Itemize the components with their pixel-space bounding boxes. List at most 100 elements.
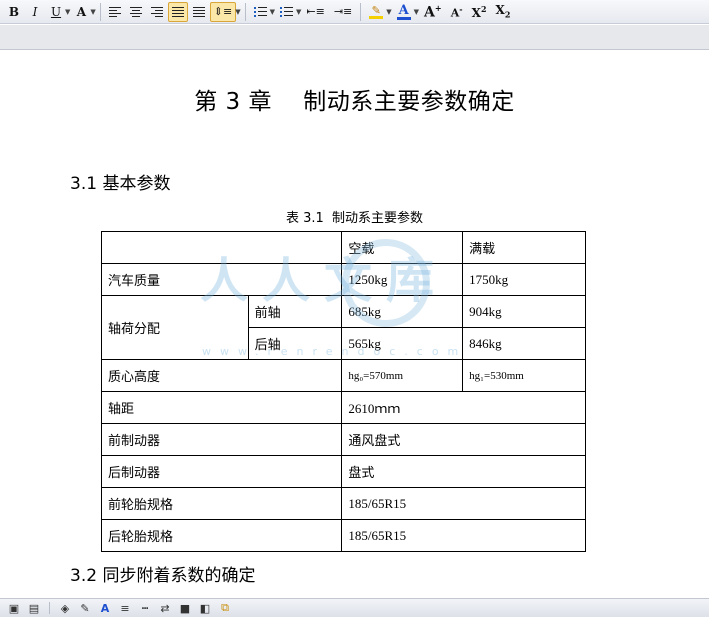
table-row: 前轮胎规格 185/65R15	[100, 487, 586, 520]
align-center-button[interactable]	[126, 2, 146, 22]
arrange-icon[interactable]: ⧉	[217, 601, 233, 615]
toolbar-separator	[49, 602, 50, 614]
cg-height-full: hg₁=530mm	[462, 359, 586, 392]
align-center-icon	[129, 6, 142, 17]
fill-icon[interactable]: ◈	[57, 601, 73, 615]
align-right-icon	[150, 6, 163, 17]
line-spacing-icon: ⇕≡	[213, 5, 233, 18]
font-color-icon[interactable]: A	[97, 601, 113, 615]
row-label-front-tire: 前轮胎规格	[100, 487, 343, 520]
subscript-button[interactable]: X2	[492, 2, 515, 22]
rear-tire-value: 185/65R15	[341, 519, 586, 552]
table-row: 前制动器 通风盘式	[100, 423, 586, 456]
line-color-icon[interactable]: ✎	[77, 601, 93, 615]
draw-icon[interactable]: ▣	[6, 601, 22, 615]
front-brake-value: 通风盘式	[341, 423, 586, 456]
ruler-band	[0, 25, 709, 50]
dash-style-icon[interactable]: ┅	[137, 601, 153, 615]
table-header-full-load: 满载	[462, 231, 586, 264]
axle-front-full: 904kg	[462, 295, 586, 328]
front-tire-value: 185/65R15	[341, 487, 586, 520]
row-label-wheelbase: 轴距	[100, 391, 343, 424]
document-page[interactable]: 第 3 章 制动系主要参数确定 3.1 基本参数 表 3.1 制动系主要参数 空…	[0, 51, 709, 598]
toolbar-separator	[99, 2, 101, 21]
axle-front-empty: 685kg	[341, 295, 464, 328]
table-row: 空载 满载	[100, 231, 586, 264]
subscript-icon: X2	[495, 3, 511, 20]
table-row: 轴荷分配 前轴 685kg 904kg	[101, 295, 586, 360]
distributed-button[interactable]	[189, 2, 209, 22]
row-label-cg-height: 质心高度	[100, 359, 343, 392]
3d-icon[interactable]: ◧	[197, 601, 213, 615]
align-left-button[interactable]	[105, 2, 125, 22]
line-spacing-button[interactable]: ⇕≡	[209, 1, 237, 22]
table-row: 质心高度 hg₀=570mm hg₁=530mm	[100, 359, 586, 392]
text-effect-icon: A	[76, 4, 87, 19]
italic-button[interactable]: I	[25, 2, 45, 22]
bullet-list-button[interactable]	[276, 2, 297, 22]
line-style-icon[interactable]: ≡	[117, 601, 133, 615]
text-effect-button[interactable]: A	[71, 2, 91, 22]
highlight-icon: ✎	[369, 5, 384, 19]
shrink-font-icon: A-	[450, 3, 463, 20]
shrink-font-button[interactable]: A-	[447, 2, 467, 22]
text-effect-dropdown-icon[interactable]: ▼	[90, 8, 95, 16]
underline-dropdown-icon[interactable]: ▼	[65, 8, 70, 16]
table-cell-header-empty	[100, 231, 343, 264]
table-caption: 表 3.1 制动系主要参数	[285, 211, 424, 226]
textbox-icon[interactable]: ▤	[26, 601, 42, 615]
section-heading-3-1: 3.1 基本参数	[70, 174, 171, 194]
font-color-dropdown-icon[interactable]: ▼	[414, 8, 419, 16]
decrease-indent-icon: ⇤≡	[306, 5, 325, 18]
underline-icon: U	[50, 4, 62, 19]
table-header-empty-load: 空载	[341, 231, 464, 264]
numbered-list-button[interactable]	[250, 2, 271, 22]
brake-parameters-table: 空载 满载 汽车质量 1250kg 1750kg 轴荷分配 前轴 685kg 9…	[100, 231, 586, 552]
bullet-list-dropdown-icon[interactable]: ▼	[296, 8, 301, 16]
table-row: 汽车质量 1250kg 1750kg	[100, 263, 586, 296]
row-label-front-brake: 前制动器	[100, 423, 343, 456]
arrow-style-icon[interactable]: ⇄	[157, 601, 173, 615]
align-right-button[interactable]	[147, 2, 167, 22]
row-label-vehicle-mass: 汽车质量	[100, 263, 343, 296]
chapter-title: 第 3 章 制动系主要参数确定	[194, 89, 515, 115]
numbered-list-icon	[253, 6, 267, 17]
underline-button[interactable]: U	[46, 2, 66, 22]
toolbar-separator	[244, 2, 246, 21]
vehicle-mass-full: 1750kg	[462, 263, 586, 296]
drawing-toolbar: ▣ ▤ ◈ ✎ A ≡ ┅ ⇄ ■ ◧ ⧉	[0, 598, 709, 617]
superscript-button[interactable]: X2	[468, 2, 491, 22]
axle-rear-label: 后轴	[247, 327, 343, 360]
axle-rear-empty: 565kg	[341, 327, 464, 360]
wheelbase-value: 2610ｍｍ	[341, 391, 586, 424]
axle-front-label: 前轴	[247, 295, 343, 328]
table-row: 轴距 2610ｍｍ	[100, 391, 586, 424]
table-row: 后轮胎规格 185/65R15	[100, 519, 586, 552]
line-spacing-dropdown-icon[interactable]: ▼	[235, 8, 240, 16]
row-label-axle-load: 轴荷分配	[101, 295, 249, 360]
justify-icon	[171, 6, 184, 17]
cg-height-empty: hg₀=570mm	[341, 359, 464, 392]
toolbar-separator	[360, 2, 362, 21]
row-label-rear-brake: 后制动器	[100, 455, 343, 488]
numbered-list-dropdown-icon[interactable]: ▼	[270, 8, 275, 16]
bullet-list-icon	[280, 6, 293, 17]
increase-indent-button[interactable]: ⇥≡	[330, 2, 356, 22]
section-heading-3-2: 3.2 同步附着系数的确定	[70, 566, 256, 586]
highlight-dropdown-icon[interactable]: ▼	[386, 8, 391, 16]
font-color-button[interactable]: A	[393, 2, 415, 22]
bold-button[interactable]: B	[4, 2, 24, 22]
align-left-icon	[108, 6, 121, 17]
rear-brake-value: 盘式	[341, 455, 586, 488]
shadow-icon[interactable]: ■	[177, 601, 193, 615]
justify-button[interactable]	[167, 1, 188, 22]
formatting-toolbar: B I U ▼ A ▼ ⇕≡ ▼ ▼ ▼ ⇤≡ ⇥≡ ✎ ▼ A ▼ A+ A-…	[0, 0, 709, 24]
grow-font-button[interactable]: A+	[420, 2, 446, 22]
vehicle-mass-empty: 1250kg	[341, 263, 464, 296]
highlight-button[interactable]: ✎	[365, 2, 387, 22]
decrease-indent-button[interactable]: ⇤≡	[302, 2, 328, 22]
distributed-icon	[192, 6, 205, 17]
increase-indent-icon: ⇥≡	[333, 5, 353, 18]
row-label-rear-tire: 后轮胎规格	[100, 519, 343, 552]
italic-icon: I	[32, 4, 38, 19]
